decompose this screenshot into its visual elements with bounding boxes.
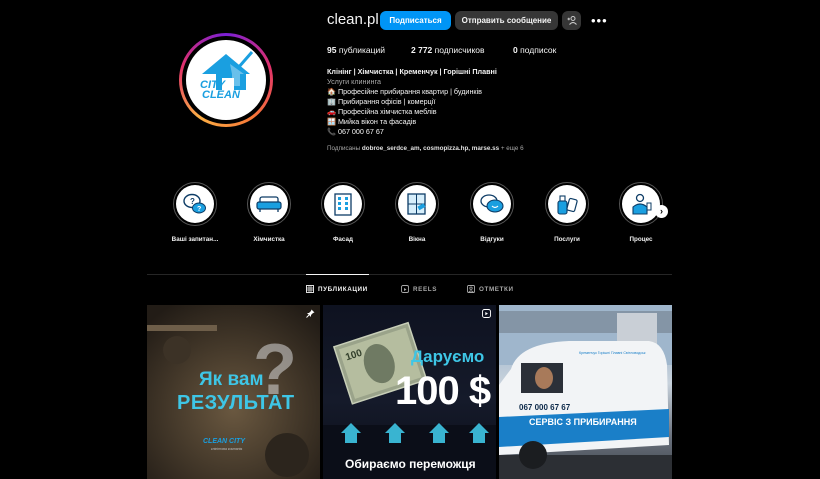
highlight-label: Послуги [554,236,580,243]
pinned-icon [306,309,315,320]
highlight-label: Відгуки [480,236,504,243]
highlight-cover [324,185,362,223]
highlight-cover [473,185,511,223]
post-tile[interactable]: ? Як вам РЕЗУЛЬТАТ CLEAN CITY клінінгова… [147,305,320,479]
followed-by-prefix: Подписаны [327,145,361,152]
logo-word-clean: CLEAN [202,89,240,101]
highlight-ring [470,182,514,226]
tab-posts[interactable]: ПУБЛИКАЦИИ [306,285,368,293]
building-icon [334,193,352,216]
post-car-service: СЕРВІС З ПРИБИРАННЯ [529,417,637,427]
tab-tagged-label: ОТМЕТКИ [479,285,514,293]
post-tile[interactable]: 100 Даруємо 100 $ Обираємо переможця [323,305,496,479]
tab-tagged[interactable]: ОТМЕТКИ [467,285,514,293]
avatar-gap: CITY CLEAN [182,36,270,124]
following-count-value: 0 [513,45,518,55]
posts-count: 95 публикаций [327,45,385,55]
profile-avatar-ring[interactable]: CITY CLEAN [179,33,273,127]
highlight-ring: ?? [173,182,217,226]
sofa-icon [256,196,282,212]
highlight-label: Ваші запитан... [171,236,219,243]
highlight-ring [321,182,365,226]
send-message-button[interactable]: Отправить сообщение [455,11,558,30]
profile-username: clean.pl [327,11,379,28]
window-cleaning-icon [407,193,426,215]
followed-by-more: + еще 6 [500,145,524,152]
followers-count-value: 2 772 [411,45,433,55]
highlight-ring [247,182,291,226]
tab-posts-label: ПУБЛИКАЦИИ [318,285,368,293]
highlight-cover [398,185,436,223]
highlight-cover [548,185,586,223]
bio-phone: 📞 067 000 67 67 [327,127,384,136]
followed-by[interactable]: Подписаны dobroe_serdce_am, cosmopizza.h… [327,145,524,152]
bio-category: Услуги клининга [327,77,381,86]
post-brand: CLEAN CITY [203,438,245,445]
cleaning-spray-icon [557,195,578,215]
grid-icon [306,285,314,293]
posts-count-label: публикаций [338,45,385,55]
suggested-accounts-button[interactable] [562,11,581,30]
following-count-label: подписок [520,45,557,55]
post-image [499,305,672,479]
avatar[interactable]: CITY CLEAN [186,40,266,120]
tab-reels[interactable]: REELS [401,285,437,293]
highlight-cover [250,185,288,223]
follow-button[interactable]: Подписаться [380,11,451,30]
post-text: Як вам [199,369,264,390]
question-bubbles-icon: ?? [183,193,206,214]
reel-indicator-icon [482,309,491,320]
svg-text:?: ? [197,206,201,213]
post-tile[interactable]: Кременчук Горішні Плавні Світловодськ 06… [499,305,672,479]
followers-count[interactable]: 2 772 подписчиков [411,45,485,55]
post-amount: 100 $ [395,369,491,413]
add-person-icon [567,16,577,25]
highlight-ring [619,182,663,226]
tab-reels-label: REELS [413,285,437,293]
tagged-icon [467,285,475,293]
followers-count-label: подписчиков [434,45,485,55]
active-tab-indicator [306,274,369,275]
post-brand-sub: клінінгова компанія [211,447,243,451]
reels-icon [401,285,409,293]
bio-name: Клінінг | Хімчистка | Кременчук | Горішн… [327,67,497,76]
followed-by-names: dobroe_serdce_am, cosmopizza.hp, marse.s… [361,145,500,152]
reviews-icon [480,194,504,213]
highlight-cover: ?? [176,185,214,223]
highlight-label: Хімчистка [253,236,285,243]
post-car-phone: 067 000 67 67 [519,403,571,412]
bio-line: 🏢 Прибирання офісів | комерції [327,97,436,106]
post-text: РЕЗУЛЬТАТ [177,392,295,414]
bio-line: 🚗 Професійна хімчистка меблів [327,107,437,116]
bio-line: 🪟 Мийка вікон та фасадів [327,117,417,126]
highlight-label: Вікна [408,236,426,243]
post-caption: Обираємо переможця [345,457,476,471]
cleaner-person-icon [632,193,652,215]
following-count[interactable]: 0 подписок [513,45,556,55]
more-options-icon[interactable]: ••• [591,13,608,28]
highlight-cover [622,185,660,223]
post-car-cities: Кременчук Горішні Плавні Світловодськ [579,351,646,355]
highlight-label: Процес [629,236,653,243]
tabs-divider [147,274,672,275]
highlight-label: Фасад [333,236,353,243]
bio-line: 🏠 Професійне прибирання квартир | будинк… [327,87,482,96]
highlights-next-chevron-icon[interactable]: › [655,205,668,218]
highlight-ring [395,182,439,226]
posts-count-value: 95 [327,45,337,55]
highlight-ring [545,182,589,226]
post-text: Даруємо [411,347,485,366]
city-clean-logo-icon [202,51,254,90]
